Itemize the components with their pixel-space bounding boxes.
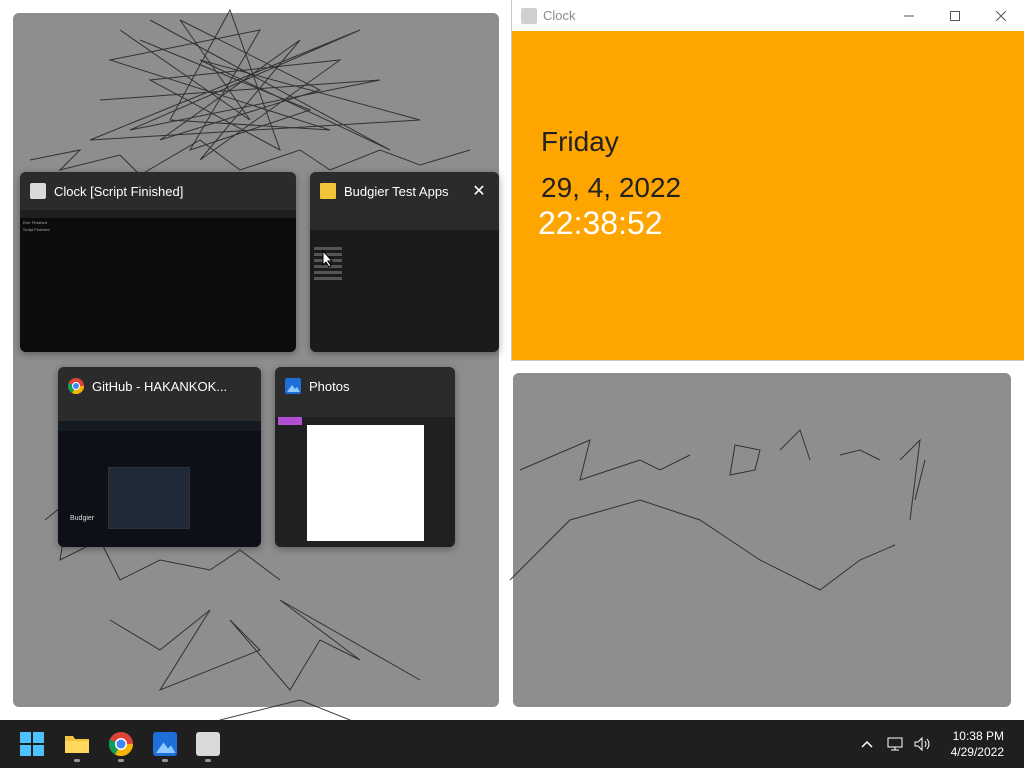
maximize-icon [950,10,960,21]
thumbnail-header: Clock [Script Finished] [20,172,296,210]
snap-pane-right-bottom [513,373,1011,707]
preview-image [307,425,424,541]
close-button[interactable] [978,0,1024,31]
thumbnail-preview: Budgier [58,405,261,547]
photos-icon [285,378,301,394]
network-icon[interactable] [883,732,907,756]
window-title: Clock [543,8,576,23]
close-icon [996,10,1006,21]
clock-app-icon [521,7,537,24]
task-view-thumbnail-github[interactable]: GitHub - HAKANKOK... Budgier [58,367,261,547]
task-view-thumbnail-clock-script[interactable]: Clock [Script Finished] Exit: Finished S… [20,172,296,352]
thumbnail-title: GitHub - HAKANKOK... [92,378,228,394]
thumbnail-title: Budgier Test Apps [344,183,449,199]
clock-day-label: Friday [541,126,619,157]
windows-logo-icon [20,732,44,756]
clock-app-icon [196,732,220,756]
folder-icon [320,183,336,199]
thumbnail-title: Photos [309,378,350,394]
task-view-thumbnail-photos[interactable]: Photos [275,367,455,547]
chrome-icon [68,378,84,394]
preview-line: Script Finished [23,227,50,232]
thumbnail-preview [310,210,499,352]
system-tray: 10:38 PM 4/29/2022 [855,720,1024,768]
taskbar-chrome[interactable] [103,726,139,762]
thumbnail-header: Photos [275,367,455,405]
snap-pane-left [13,13,499,707]
mouse-cursor-icon [322,250,334,268]
close-icon[interactable]: ✕ [469,181,489,201]
folder-icon [65,736,89,753]
taskbar: 10:38 PM 4/29/2022 [0,720,1024,768]
minimize-icon [904,15,914,16]
taskbar-file-explorer[interactable] [59,726,95,762]
taskbar-photos[interactable] [147,726,183,762]
edit-button [278,417,302,425]
photos-icon [153,732,177,756]
thumbnail-title: Clock [Script Finished] [54,183,184,199]
taskbar-clock[interactable]: 10:38 PM 4/29/2022 [951,728,1004,760]
clock-window[interactable]: Clock Friday 29, 4, 2022 22:38:52 [512,0,1024,360]
clock-titlebar[interactable]: Clock [512,0,1024,31]
clock-time-label: 22:38:52 [538,205,663,241]
tray-time: 10:38 PM [952,729,1004,743]
task-view-thumbnail-budgier[interactable]: Budgier Test Apps ✕ [310,172,499,352]
clock-app-icon [30,183,46,199]
maximize-button[interactable] [932,0,978,31]
clock-date-label: 29, 4, 2022 [541,172,682,203]
chevron-up-icon[interactable] [855,732,879,756]
taskbar-clock-app[interactable] [190,726,226,762]
tray-date: 4/29/2022 [950,745,1004,759]
thumbnail-preview [275,405,455,547]
thumbnail-preview: Exit: Finished Script Finished [20,210,296,352]
preview-line: Exit: Finished [23,220,48,225]
preview-dialog [108,467,190,529]
thumbnail-header: GitHub - HAKANKOK... [58,367,261,405]
thumbnail-header: Budgier Test Apps ✕ [310,172,499,210]
start-button[interactable] [14,726,50,762]
minimize-button[interactable] [886,0,932,31]
chrome-icon [109,732,133,756]
volume-icon[interactable] [911,732,935,756]
preview-heading: Budgier [70,515,95,522]
